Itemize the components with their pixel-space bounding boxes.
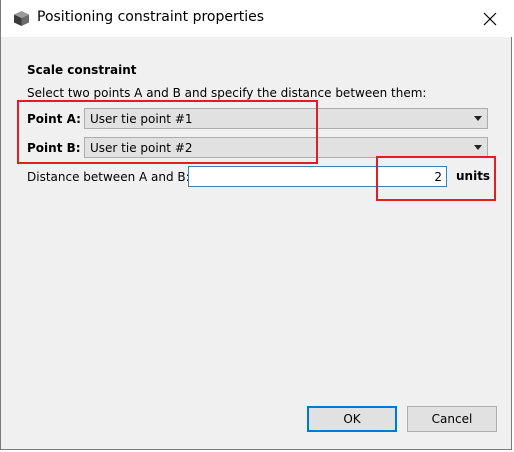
- highlight-box-points: [17, 100, 318, 164]
- highlight-box-distance: [376, 156, 496, 201]
- dialog-content: Scale constraint Select two points A and…: [1, 37, 513, 450]
- chevron-down-icon: [474, 145, 482, 150]
- instructions-text: Select two points A and B and specify th…: [27, 86, 427, 100]
- cube-icon: [14, 11, 29, 26]
- dialog-window: Positioning constraint properties Scale …: [0, 0, 513, 450]
- cancel-button[interactable]: Cancel: [407, 406, 497, 432]
- ok-button[interactable]: OK: [307, 406, 397, 432]
- distance-label: Distance between A and B:: [27, 170, 190, 184]
- close-button[interactable]: [467, 0, 513, 37]
- title-bar[interactable]: Positioning constraint properties: [1, 0, 513, 37]
- window-title: Positioning constraint properties: [37, 9, 265, 25]
- chevron-down-icon: [474, 116, 482, 121]
- section-title: Scale constraint: [27, 63, 137, 77]
- close-icon: [483, 12, 497, 25]
